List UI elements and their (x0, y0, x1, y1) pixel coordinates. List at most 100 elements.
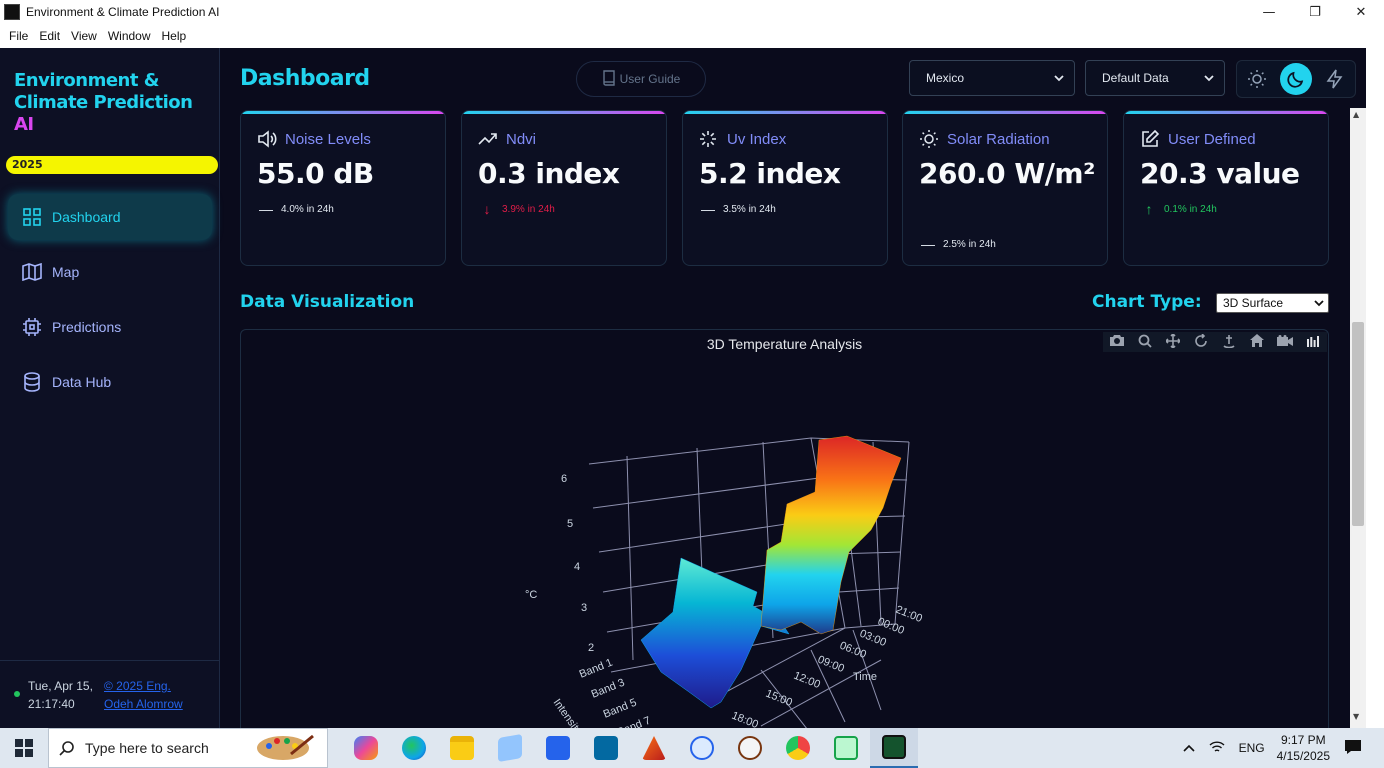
scrollbar-thumb[interactable] (1352, 322, 1364, 526)
taskbar-search[interactable]: Type here to search (48, 728, 328, 768)
chrome-icon[interactable] (774, 728, 822, 768)
copyright-link[interactable]: © 2025 Eng. Odeh Alomrow (104, 677, 183, 713)
file-explorer-icon[interactable] (438, 728, 486, 768)
sidebar-item-map[interactable]: Map (8, 249, 212, 295)
theme-switcher (1236, 60, 1356, 98)
x-tick: Band 3 (590, 677, 627, 701)
chevron-up-icon[interactable] (1183, 741, 1195, 755)
y-tick: 15:00 (764, 688, 794, 709)
metric-card-ndvi: Ndvi 0.3 index ↓ 3.9% in 24h (461, 110, 667, 266)
copyright-line-2[interactable]: Odeh Alomrow (104, 695, 183, 713)
z-tick: 6 (561, 473, 567, 485)
year-badge: 2025 (6, 156, 218, 174)
sun-icon (1247, 70, 1266, 88)
edge-icon[interactable] (390, 728, 438, 768)
sidebar-item-label: Dashboard (52, 209, 121, 225)
location-value: Mexico (926, 71, 965, 85)
card-change: — 2.5% in 24h (921, 236, 996, 252)
notepad-icon[interactable] (822, 728, 870, 768)
menu-edit[interactable]: Edit (37, 29, 62, 43)
sidebar: Environment & Climate Prediction AI 2025… (0, 48, 220, 728)
chart-container[interactable]: 3D Temperature Analysis 6 5 4 3 2 °C 21:… (240, 329, 1329, 728)
chart-type-select[interactable]: 3D Surface (1216, 293, 1329, 313)
user-guide-label: User Guide (619, 72, 681, 86)
card-accent (903, 111, 1107, 114)
map-icon (22, 262, 42, 282)
z-tick: 4 (574, 561, 580, 573)
scroll-up-icon[interactable]: ▲ (1353, 110, 1359, 119)
light-theme-button[interactable] (1241, 63, 1273, 95)
arrow-up-icon: ↑ (1145, 201, 1153, 217)
card-value: 55.0 dB (257, 157, 374, 190)
maximize-button[interactable]: ❐ (1292, 0, 1338, 24)
card-label: Ndvi (478, 129, 536, 149)
card-accent (462, 111, 666, 114)
user-guide-button[interactable]: User Guide (576, 61, 706, 97)
network-icon[interactable] (1209, 740, 1225, 757)
card-label: Uv Index (699, 129, 786, 149)
x-tick: Band 1 (578, 657, 615, 681)
matlab-icon[interactable] (630, 728, 678, 768)
copilot-icon[interactable] (342, 728, 390, 768)
close-button[interactable]: ✕ (1338, 0, 1384, 24)
scroll-down-icon[interactable]: ▼ (1353, 712, 1359, 721)
metric-card-user-defined: User Defined 20.3 value ↑ 0.1% in 24h (1123, 110, 1329, 266)
y-tick: 06:00 (838, 640, 868, 661)
sidebar-item-predictions[interactable]: Predictions (8, 304, 212, 350)
store-icon[interactable] (534, 728, 582, 768)
z-tick: 5 (567, 518, 573, 530)
atom-app-icon[interactable] (678, 728, 726, 768)
card-change-text: 2.5% in 24h (943, 238, 996, 250)
dataset-value: Default Data (1102, 71, 1169, 85)
arrow-down-icon: ↓ (483, 201, 491, 217)
brand-ai: AI (14, 114, 34, 135)
card-accent (1124, 111, 1328, 114)
compass-app-icon[interactable] (726, 728, 774, 768)
sidebar-item-label: Map (52, 264, 80, 280)
surface-plot[interactable]: 6 5 4 3 2 °C 21:00 00:00 03:00 06:00 09:… (241, 330, 1329, 728)
sidebar-item-label: Predictions (52, 319, 122, 335)
dataset-select[interactable]: Default Data (1085, 60, 1225, 96)
dark-theme-button[interactable] (1279, 63, 1312, 95)
card-label-text: User Defined (1168, 130, 1256, 148)
chevron-down-icon (1054, 71, 1064, 85)
minus-icon: — (921, 236, 935, 252)
card-label: Solar Radiation (919, 129, 1050, 149)
location-select[interactable]: Mexico (909, 60, 1075, 96)
copyright-line-1[interactable]: © 2025 Eng. (104, 677, 183, 695)
main-content: Noise Levels 55.0 dB — 4.0% in 24h Ndvi … (220, 108, 1350, 728)
page-title: Dashboard (240, 66, 370, 91)
menu-window[interactable]: Window (106, 29, 153, 43)
section-title: Data Visualization (240, 292, 415, 312)
clock-time: 21:17:40 (28, 697, 75, 711)
menu-view[interactable]: View (69, 29, 99, 43)
sidebar-footer: Tue, Apr 15, 21:17:40 © 2025 Eng. Odeh A… (0, 660, 219, 728)
card-accent (683, 111, 887, 114)
sidebar-item-dashboard[interactable]: Dashboard (8, 194, 212, 240)
brand-title: Environment & Climate Prediction (14, 70, 193, 113)
lightning-icon (1326, 69, 1343, 89)
sidebar-item-data-hub[interactable]: Data Hub (8, 359, 212, 405)
start-button[interactable] (0, 728, 48, 768)
menu-help[interactable]: Help (160, 29, 189, 43)
menu-file[interactable]: File (7, 29, 30, 43)
search-icon (59, 741, 74, 756)
metric-card-solar: Solar Radiation 260.0 W/m² — 2.5% in 24h (902, 110, 1108, 266)
edit-icon (1140, 129, 1160, 149)
vertical-scrollbar[interactable]: ▲ ▼ (1350, 108, 1366, 728)
card-label-text: Ndvi (506, 130, 537, 148)
card-label-text: Noise Levels (285, 130, 371, 148)
minimize-button[interactable]: — (1246, 0, 1292, 24)
moon-icon (1287, 71, 1304, 88)
taskbar-clock[interactable]: 9:17 PM 4/15/2025 (1277, 732, 1330, 764)
neon-theme-button[interactable] (1319, 63, 1351, 95)
notification-icon[interactable] (1344, 739, 1362, 758)
card-change: — 4.0% in 24h (259, 201, 334, 217)
outlook-icon[interactable] (582, 728, 630, 768)
window-titlebar: Environment & Climate Prediction AI — ❐ … (0, 0, 1384, 24)
climate-app-taskbar-icon[interactable] (870, 728, 918, 768)
card-change-text: 3.9% in 24h (502, 203, 555, 215)
laptop-app-icon[interactable] (486, 728, 534, 768)
language-indicator[interactable]: ENG (1239, 741, 1265, 755)
clock-date: Tue, Apr 15, (28, 679, 93, 693)
